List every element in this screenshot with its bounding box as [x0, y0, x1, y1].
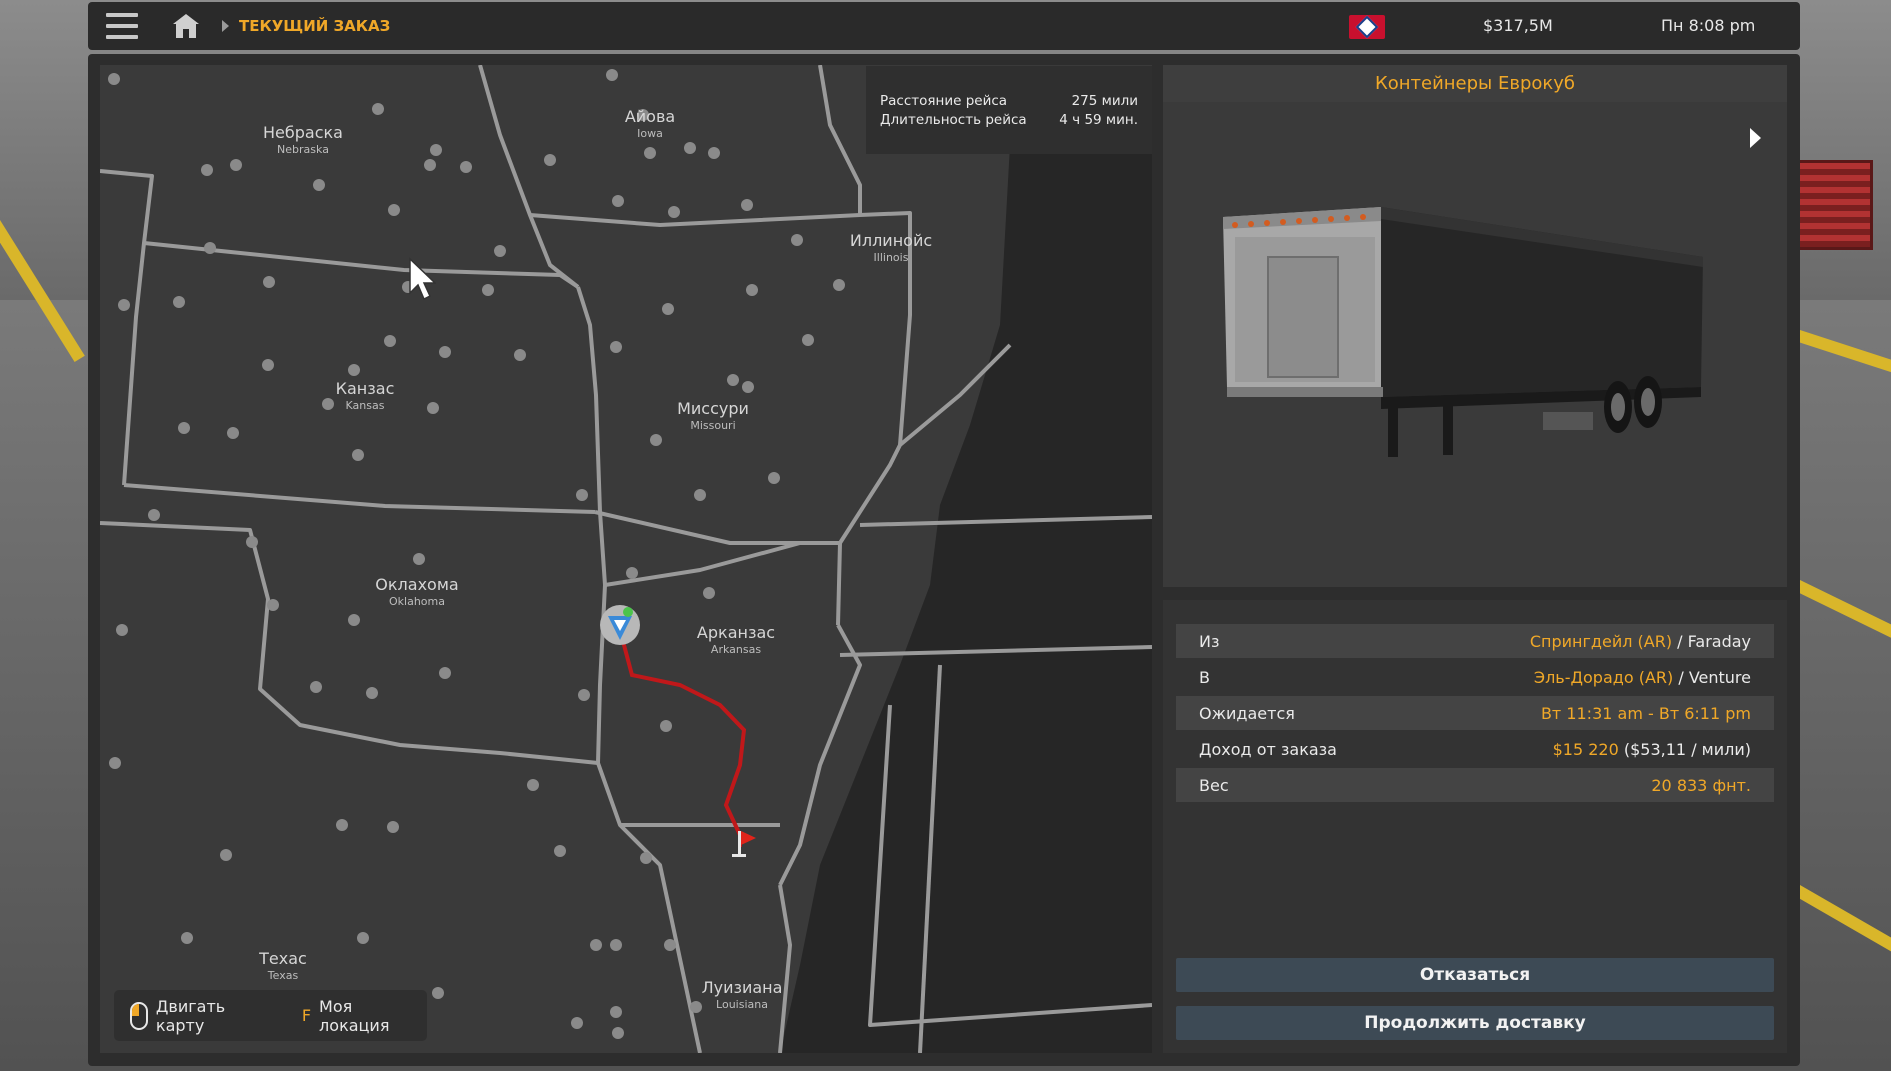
state-label-nebraska: Небраска Nebraska	[263, 123, 343, 156]
trip-distance-value: 275 мили	[1071, 93, 1138, 109]
menu-icon[interactable]	[106, 4, 150, 48]
trip-duration-value: 4 ч 59 мин.	[1059, 112, 1138, 128]
my-location-hint[interactable]: Моя локация	[319, 997, 427, 1035]
mouse-cursor-icon	[409, 257, 436, 301]
mouse-icon	[130, 1001, 148, 1030]
home-icon[interactable]	[166, 6, 206, 46]
map-canvas	[100, 65, 1152, 1053]
cargo-panel: Контейнеры Еврокуб	[1163, 65, 1787, 587]
trailer-image	[1223, 207, 1703, 457]
trip-info-panel: Расстояние рейса 275 мили Длительность р…	[866, 66, 1152, 154]
to-company: / Venture	[1678, 667, 1751, 687]
order-details: Из Спрингдейл (AR) / Faraday В Эль-Дорад…	[1163, 600, 1787, 1053]
detail-row-from: Из Спрингдейл (AR) / Faraday	[1176, 624, 1774, 658]
detail-row-expected: Ожидается Вт 11:31 am - Вт 6:11 pm	[1176, 696, 1774, 730]
state-label-oklahoma: Оклахома Oklahoma	[375, 575, 459, 608]
arkansas-flag-icon	[1349, 15, 1385, 39]
state-label-iowa: Айова Iowa	[624, 107, 676, 140]
from-company: / Faraday	[1677, 631, 1751, 651]
expected-time: Вт 11:31 am - Вт 6:11 pm	[1540, 703, 1751, 723]
cancel-order-button[interactable]: Отказаться	[1176, 958, 1774, 992]
destination-flag-icon	[732, 831, 756, 857]
from-city: Спрингдейл (AR)	[1529, 631, 1673, 651]
to-city: Эль-Дорадо (AR)	[1533, 667, 1674, 687]
map-controls-hint: Двигать карту F Моя локация	[114, 990, 427, 1041]
state-label-illinois: Иллинойс Illinois	[849, 231, 933, 264]
state-label-texas: Техас Texas	[259, 949, 307, 982]
start-location-icon	[600, 605, 640, 645]
state-label-arkansas: Арканзас Arkansas	[696, 623, 776, 656]
cargo-title: Контейнеры Еврокуб	[1163, 65, 1787, 102]
trip-duration-label: Длительность рейса	[880, 112, 1027, 128]
top-bar: ТЕКУЩИЙ ЗАКАЗ $317,5M Пн 8:08 pm	[88, 2, 1800, 50]
detail-row-income: Доход от заказа $15 220 ($53,11 / мили)	[1199, 739, 1751, 759]
hotkey-f: F	[301, 1006, 312, 1025]
state-label-louisiana: Луизиана Louisiana	[701, 978, 783, 1011]
trip-distance-label: Расстояние рейса	[880, 93, 1008, 109]
breadcrumb-arrow-icon	[222, 20, 229, 32]
continue-delivery-button[interactable]: Продолжить доставку	[1176, 1006, 1774, 1040]
next-arrow-icon[interactable]	[1750, 128, 1761, 148]
weight-value: 20 833 фнт.	[1651, 775, 1751, 795]
state-label-missouri: Миссури Missouri	[677, 399, 749, 432]
breadcrumb-current: ТЕКУЩИЙ ЗАКАЗ	[239, 17, 391, 35]
game-clock: Пн 8:08 pm	[1661, 16, 1756, 35]
income-rate: ($53,11 / мили)	[1623, 739, 1751, 759]
income-value: $15 220	[1552, 739, 1619, 759]
trailer-preview	[1163, 102, 1787, 587]
detail-row-to: В Эль-Дорадо (AR) / Venture	[1199, 667, 1751, 687]
money-balance: $317,5M	[1483, 16, 1553, 35]
detail-row-weight: Вес 20 833 фнт.	[1176, 768, 1774, 802]
move-map-hint: Двигать карту	[155, 996, 226, 1035]
state-label-kansas: Канзас Kansas	[335, 379, 395, 412]
route-map[interactable]: Небраска Nebraska Айова Iowa Иллинойс Illin…	[100, 65, 1152, 1053]
